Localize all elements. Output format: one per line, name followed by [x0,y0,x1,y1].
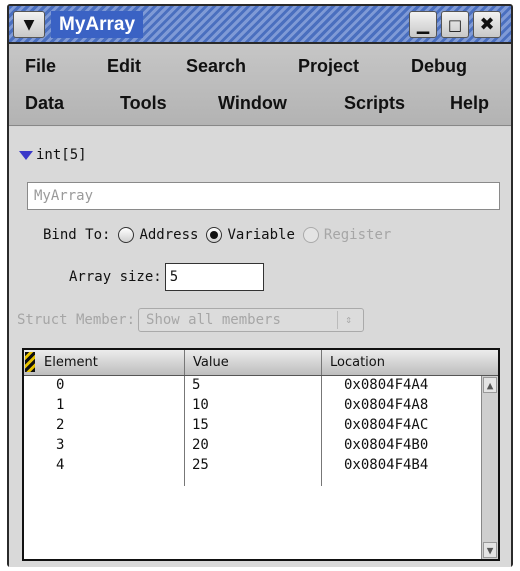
cell-value: 25 [192,457,209,473]
table-header: Element Value Location [24,350,498,376]
select-arrows-icon: ⇕ [337,311,359,329]
cell-location: 0x0804F4B4 [344,457,429,473]
menu-debug[interactable]: Debug [411,56,467,77]
array-size-row: Array size: 5 [69,263,264,291]
menu-project[interactable]: Project [298,56,359,77]
scroll-down-icon[interactable]: ▼ [483,542,497,558]
column-resize-handle-icon[interactable] [25,352,35,372]
table-row[interactable]: 0 5 0x0804F4A4 [24,376,482,396]
menu-edit[interactable]: Edit [107,56,141,77]
window: ▼ MyArray ▁ □ ✖ File Edit Search Project… [7,4,513,567]
radio-address[interactable] [118,227,135,243]
menu-bar: File Edit Search Project Debug Data Tool… [9,44,511,126]
window-menu-button[interactable]: ▼ [13,11,45,38]
menu-data[interactable]: Data [25,93,64,114]
table-row[interactable]: 1 10 0x0804F4A8 [24,396,482,416]
struct-member-value: Show all members [146,312,281,328]
cell-element: 2 [56,417,65,433]
table-row[interactable]: 4 25 0x0804F4B4 [24,456,482,476]
radio-register [302,227,319,243]
table-row[interactable]: 3 20 0x0804F4B0 [24,436,482,456]
cell-value: 10 [192,397,209,413]
vertical-scrollbar[interactable]: ▲ ▼ [481,376,498,559]
disclosure-triangle-icon[interactable] [19,150,33,160]
table-body: 0 5 0x0804F4A4 1 10 0x0804F4A8 2 15 0x0804F4AC 3 2… [24,376,482,476]
menu-window[interactable]: Window [218,93,287,114]
array-elements-table: Element Value Location 0 5 0x0804F4A4 1 10 0x… [22,348,500,561]
cell-location: 0x0804F4A4 [344,377,429,393]
struct-member-label: Struct Member: [17,312,136,328]
struct-member-row: Struct Member: Show all members ⇕ [17,308,365,332]
bind-to-row: Bind To: Address Variable Register [43,227,391,243]
array-size-label: Array size: [69,269,162,285]
menu-help[interactable]: Help [450,93,489,114]
menu-scripts[interactable]: Scripts [344,93,405,114]
column-location[interactable]: Location [321,350,498,375]
struct-member-select: Show all members ⇕ [138,308,365,332]
table-row[interactable]: 2 15 0x0804F4AC [24,416,482,436]
cell-element: 3 [56,437,65,453]
radio-address-label[interactable]: Address [139,227,198,243]
cell-element: 0 [56,377,65,393]
array-inspector-panel: int[5] MyArray Bind To: Address Variable… [9,127,511,567]
menu-tools[interactable]: Tools [120,93,167,114]
type-header[interactable]: int[5] [19,147,87,163]
radio-register-label: Register [323,227,392,243]
maximize-button[interactable]: □ [441,11,469,38]
cell-value: 20 [192,437,209,453]
cell-location: 0x0804F4AC [344,417,429,433]
close-icon: ✖ [479,14,495,35]
cell-value: 5 [192,377,201,393]
title-bar[interactable]: ▼ MyArray ▁ □ ✖ [9,6,511,44]
menu-file[interactable]: File [25,56,56,77]
cell-location: 0x0804F4B0 [344,437,429,453]
cell-value: 15 [192,417,209,433]
cell-location: 0x0804F4A8 [344,397,429,413]
cell-element: 1 [56,397,65,413]
cell-element: 4 [56,457,65,473]
array-size-input[interactable]: 5 [164,263,264,291]
scroll-up-icon[interactable]: ▲ [483,377,497,393]
window-title: MyArray [51,11,144,38]
minimize-icon: ▁ [416,15,430,34]
close-button[interactable]: ✖ [473,11,501,38]
column-element[interactable]: Element [36,350,187,375]
column-value[interactable]: Value [184,350,324,375]
maximize-icon: □ [447,15,463,34]
minimize-button[interactable]: ▁ [409,11,437,38]
radio-variable-label[interactable]: Variable [227,227,294,243]
bind-to-label: Bind To: [43,227,111,243]
menu-search[interactable]: Search [186,56,246,77]
radio-variable[interactable] [206,227,223,243]
type-label: int[5] [36,147,87,163]
variable-name-field[interactable]: MyArray [27,182,500,210]
